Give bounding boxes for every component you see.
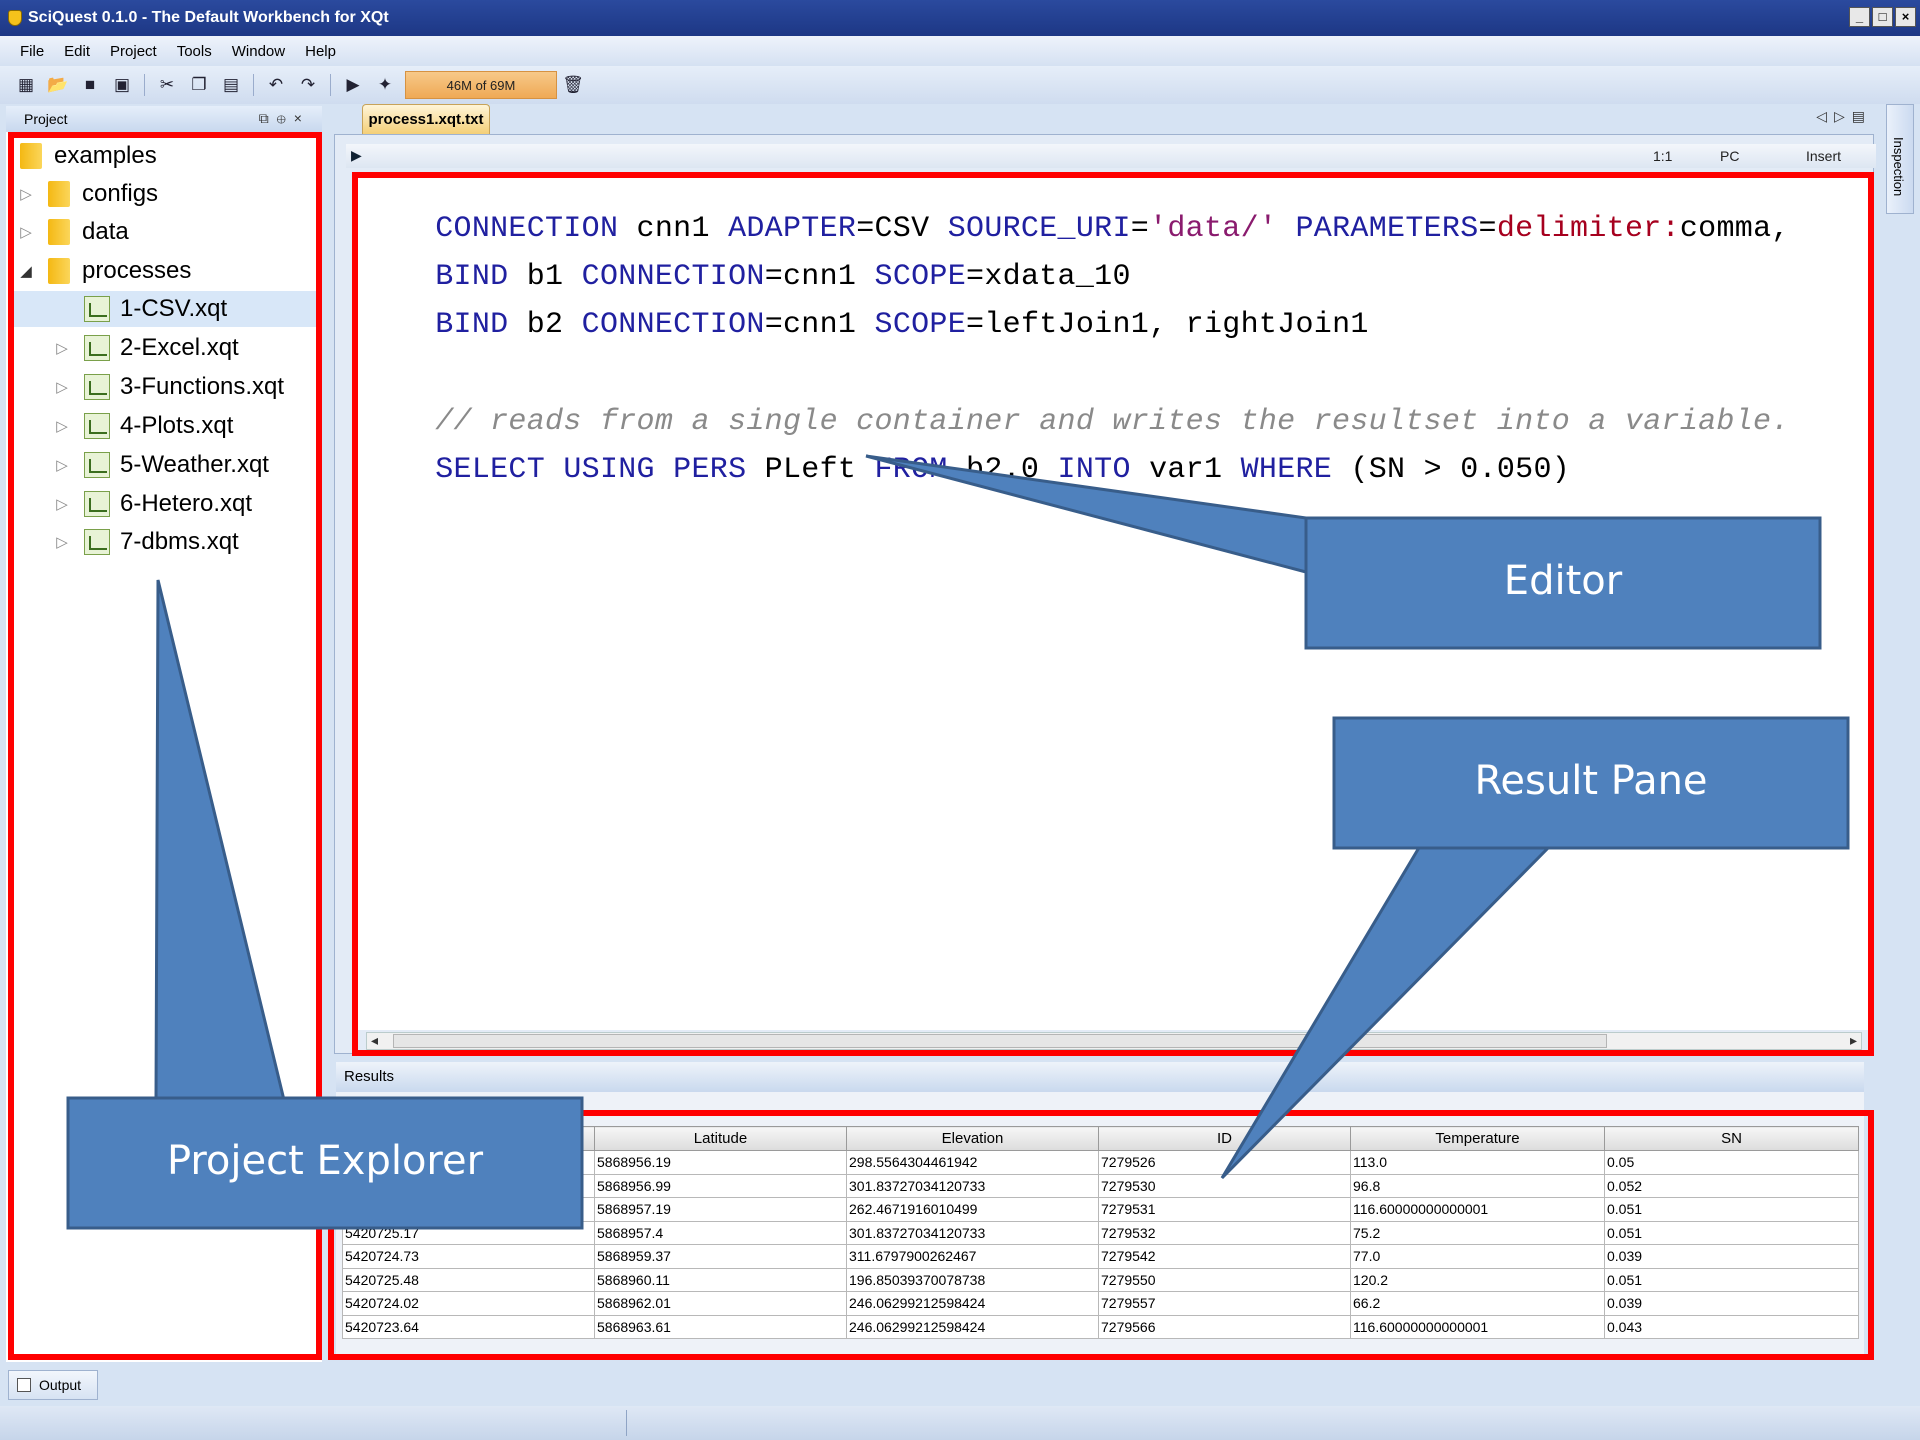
editor-callout	[865, 454, 1822, 650]
project-explorer-callout	[66, 579, 584, 1230]
editor-callout-label: Editor	[1503, 558, 1623, 604]
project-explorer-callout-label: Project Explorer	[166, 1138, 484, 1184]
annotation-callouts	[66, 454, 1850, 1230]
result-pane-callout-label: Result Pane	[1474, 758, 1708, 804]
